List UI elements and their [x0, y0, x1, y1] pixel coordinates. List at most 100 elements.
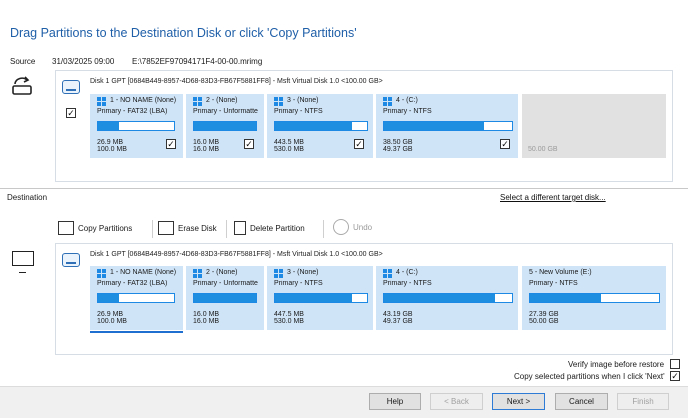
- select-target-disk-link[interactable]: Select a different target disk...: [500, 193, 606, 202]
- partition-used: 27.39 GB: [529, 311, 559, 318]
- delete-partition-label: Delete Partition: [250, 223, 305, 233]
- destination-partition-4[interactable]: 4 - (C:) Primary - NTFS 43.19 GB 49.37 G…: [376, 266, 518, 330]
- partition-name: 5 - New Volume (E:): [529, 269, 592, 276]
- partition-name: 1 - NO NAME (None): [110, 269, 177, 276]
- toolbar-separator: [323, 220, 324, 238]
- partition-checkbox[interactable]: ✓: [500, 139, 510, 149]
- selected-partition-indicator: [90, 331, 183, 333]
- copy-on-next-label: Copy selected partitions when I click 'N…: [514, 372, 665, 381]
- source-partition-3[interactable]: 3 - (None) Primary - NTFS 443.5 MB 530.0…: [267, 94, 373, 158]
- source-partition-2[interactable]: 2 - (None) Primary - Unformatte 16.0 MB …: [186, 94, 264, 158]
- toolbar-separator: [152, 220, 153, 238]
- windows-icon: [193, 269, 202, 278]
- destination-disk-icon: [62, 253, 80, 267]
- partition-name: 3 - (None): [287, 269, 319, 276]
- windows-icon: [274, 97, 283, 106]
- page-title: Drag Partitions to the Destination Disk …: [10, 26, 357, 40]
- help-button[interactable]: Help: [369, 393, 421, 410]
- windows-icon: [97, 269, 106, 278]
- source-path: E:\7852EF97094171F4-00-00.mrimg: [132, 57, 263, 66]
- source-label: Source: [10, 57, 36, 66]
- undo-label: Undo: [353, 222, 373, 232]
- windows-icon: [193, 97, 202, 106]
- source-disk-icon: [62, 80, 80, 94]
- partition-name: 2 - (None): [206, 269, 238, 276]
- source-disk-refresh-icon: [10, 75, 34, 97]
- destination-partition-3[interactable]: 3 - (None) Primary - NTFS 447.5 MB 530.0…: [267, 266, 373, 330]
- source-unallocated-space: 50.00 GB: [522, 94, 666, 158]
- back-button[interactable]: < Back: [430, 393, 483, 410]
- cancel-button[interactable]: Cancel: [555, 393, 608, 410]
- partition-name: 3 - (None): [287, 97, 319, 104]
- next-button[interactable]: Next >: [492, 393, 545, 410]
- partition-type: Primary - NTFS: [383, 280, 432, 287]
- partition-total: 50.00 GB: [529, 318, 559, 325]
- partition-checkbox[interactable]: ✓: [244, 139, 254, 149]
- source-partition-1[interactable]: 1 - NO NAME (None) Primary - FAT32 (LBA)…: [90, 94, 183, 158]
- partition-type: Primary - NTFS: [274, 280, 323, 287]
- partition-type: Primary - FAT32 (LBA): [97, 280, 168, 287]
- partition-name: 1 - NO NAME (None): [110, 97, 177, 104]
- source-partition-4[interactable]: 4 - (C:) Primary - NTFS 38.50 GB 49.37 G…: [376, 94, 518, 158]
- partition-checkbox[interactable]: ✓: [166, 139, 176, 149]
- partition-total: 49.37 GB: [383, 318, 413, 325]
- partition-used: 447.5 MB: [274, 311, 304, 318]
- partition-used: 443.5 MB: [274, 139, 304, 146]
- windows-icon: [274, 269, 283, 278]
- windows-icon: [383, 97, 392, 106]
- partition-total: 530.0 MB: [274, 146, 304, 153]
- partition-type: Primary - NTFS: [383, 108, 432, 115]
- partition-usage-bar: [193, 293, 257, 303]
- windows-icon: [97, 97, 106, 106]
- destination-partition-5[interactable]: 5 - New Volume (E:) Primary - NTFS 27.39…: [522, 266, 666, 330]
- partition-name: 4 - (C:): [396, 97, 418, 104]
- partition-used: 38.50 GB: [383, 139, 413, 146]
- partition-total: 16.0 MB: [193, 318, 220, 325]
- section-divider: [0, 188, 688, 189]
- verify-image-label: Verify image before restore: [568, 360, 665, 369]
- partition-total: 100.0 MB: [97, 318, 127, 325]
- toolbar-separator: [226, 220, 227, 238]
- partition-total: 530.0 MB: [274, 318, 304, 325]
- copy-partitions-button[interactable]: Copy Partitions: [58, 221, 132, 235]
- partition-usage-bar: [274, 121, 368, 131]
- partition-total: 16.0 MB: [193, 146, 220, 153]
- partition-usage-bar: [529, 293, 660, 303]
- partition-name: 4 - (C:): [396, 269, 418, 276]
- copy-on-next-checkbox[interactable]: ✓: [670, 371, 680, 381]
- partition-name: 2 - (None): [206, 97, 238, 104]
- copy-partitions-label: Copy Partitions: [78, 223, 133, 233]
- source-disk-header: Disk 1 GPT [0684B449-8957-4D68-83D3-FB67…: [90, 78, 383, 85]
- partition-type: Primary - NTFS: [274, 108, 323, 115]
- windows-icon: [383, 269, 392, 278]
- undo-button[interactable]: Undo: [333, 219, 372, 235]
- verify-image-checkbox[interactable]: [670, 359, 680, 369]
- unallocated-size: 50.00 GB: [528, 146, 558, 153]
- partition-usage-bar: [274, 293, 368, 303]
- partition-usage-bar: [383, 121, 513, 131]
- destination-partition-1[interactable]: 1 - NO NAME (None) Primary - FAT32 (LBA)…: [90, 266, 183, 330]
- partition-total: 49.37 GB: [383, 146, 413, 153]
- partition-usage-bar: [97, 121, 175, 131]
- source-disk-checkbox[interactable]: ✓: [66, 108, 76, 118]
- finish-button[interactable]: Finish: [617, 393, 669, 410]
- partition-total: 100.0 MB: [97, 146, 127, 153]
- partition-usage-bar: [193, 121, 257, 131]
- undo-icon: [333, 219, 349, 235]
- delete-partition-icon: [234, 221, 246, 235]
- erase-disk-button[interactable]: Erase Disk: [158, 221, 217, 235]
- partition-checkbox[interactable]: ✓: [354, 139, 364, 149]
- partition-used: 16.0 MB: [193, 139, 220, 146]
- partition-used: 26.9 MB: [97, 311, 124, 318]
- partition-usage-bar: [97, 293, 175, 303]
- partition-type: Primary - Unformatte: [193, 108, 258, 115]
- delete-partition-button[interactable]: Delete Partition: [234, 221, 305, 235]
- partition-type: Primary - NTFS: [529, 280, 578, 287]
- partition-usage-bar: [383, 293, 513, 303]
- partition-used: 43.19 GB: [383, 311, 413, 318]
- destination-partition-2[interactable]: 2 - (None) Primary - Unformatte 16.0 MB …: [186, 266, 264, 330]
- partition-type: Primary - Unformatte: [193, 280, 258, 287]
- erase-disk-icon: [158, 221, 174, 235]
- destination-monitor-icon: [12, 251, 34, 273]
- destination-disk-header: Disk 1 GPT [0684B449-8957-4D68-83D3-FB67…: [90, 251, 383, 258]
